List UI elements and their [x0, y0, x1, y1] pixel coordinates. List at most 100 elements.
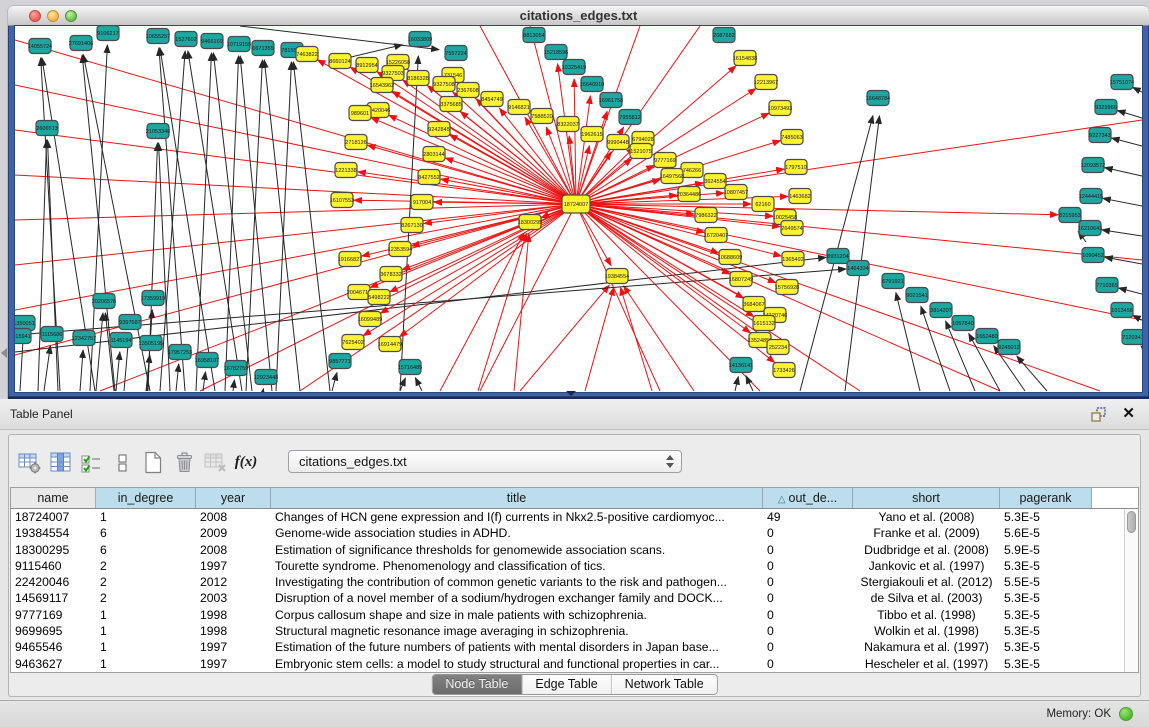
- graph-node-label: 12923448: [254, 375, 278, 381]
- graph-edge: [558, 64, 576, 204]
- graph-edge: [188, 51, 242, 391]
- table-cell: Embryonic stem cells: a model to study s…: [271, 656, 763, 672]
- table-row[interactable]: 946362711997Embryonic stem cells: a mode…: [11, 656, 1138, 672]
- table-row[interactable]: 1456911722003Disruption of a novel membe…: [11, 590, 1138, 606]
- graph-node-label: 1090452: [1082, 253, 1103, 259]
- table-cell: 9465546: [11, 639, 96, 655]
- table-cell: Wolkin et al. (1998): [853, 623, 1000, 639]
- graph-edge: [116, 352, 120, 391]
- memory-status-indicator[interactable]: [1119, 707, 1133, 721]
- table-row[interactable]: 1830029562008Estimation of significance …: [11, 542, 1138, 558]
- table-row[interactable]: 969969511998Structural magnetic resonanc…: [11, 623, 1138, 639]
- table-scrollbar-thumb[interactable]: [1127, 511, 1136, 533]
- select-all-button[interactable]: [77, 447, 105, 477]
- table-cell: 5.3E-5: [1000, 590, 1092, 606]
- graph-edge: [176, 364, 179, 391]
- delete-column-trash-button[interactable]: [170, 447, 198, 477]
- table-row[interactable]: 977716911998Corpus callosum shape and si…: [11, 607, 1138, 623]
- column-header-short[interactable]: short: [853, 488, 1000, 508]
- table-toolbar: f(x): [15, 447, 260, 477]
- graph-node-label: 1733426: [773, 368, 794, 374]
- close-panel-icon[interactable]: ✕: [1122, 405, 1135, 423]
- table-selector-dropdown[interactable]: citations_edges.txt: [288, 450, 682, 473]
- graph-node-label: 7955812: [619, 115, 640, 121]
- graph-node-label: 3678332: [380, 272, 401, 278]
- graph-node-label: 2367608: [457, 88, 478, 94]
- table-cell: 2009: [196, 525, 271, 541]
- float-panel-icon[interactable]: [1091, 407, 1107, 422]
- graph-node-label: 9146821: [508, 105, 529, 111]
- table-cell: 1: [96, 639, 196, 655]
- graph-node-label: 16807249: [729, 277, 753, 283]
- graph-node-label: 12213967: [754, 80, 778, 86]
- graph-node-label: 18724007: [564, 202, 588, 208]
- column-header-pagerank[interactable]: pagerank: [1000, 488, 1092, 508]
- table-panel-header[interactable]: Table Panel ✕: [0, 399, 1149, 430]
- graph-node-label: 19166827: [338, 257, 362, 263]
- graph-node-label: 19384554: [605, 274, 629, 280]
- graph-node-label: 2649574: [781, 226, 802, 232]
- table-cell: 5.5E-5: [1000, 574, 1092, 590]
- network-canvas[interactable]: 1872400714055724276914069106217106552571…: [15, 26, 1142, 392]
- graph-edge: [15, 130, 576, 204]
- table-cell: Tourette syndrome. Phenomenology and cla…: [271, 558, 763, 574]
- column-header-out_de[interactable]: △out_de...: [763, 488, 853, 508]
- table-cell: 9463627: [11, 656, 96, 672]
- delete-table-button-disabled[interactable]: [201, 447, 229, 477]
- table-cell: 0: [763, 525, 853, 541]
- show-column-button[interactable]: [46, 447, 74, 477]
- table-cell: Estimation of the future numbers of pati…: [271, 639, 763, 655]
- table-row[interactable]: 2242004622012Investigating the contribut…: [11, 574, 1138, 590]
- graph-node-label: 2718126: [345, 140, 366, 146]
- table-cell: Nakamura et al. (1997): [853, 639, 1000, 655]
- new-column-button[interactable]: [139, 447, 167, 477]
- table-cell: Stergiakouli et al. (2012): [853, 574, 1000, 590]
- tab-edge-table[interactable]: Edge Table: [521, 675, 610, 694]
- splitter-grip[interactable]: [566, 391, 576, 396]
- zoom-window-button[interactable]: [65, 10, 77, 22]
- table-cell: 18300295: [11, 542, 96, 558]
- table-cell: 1: [96, 623, 196, 639]
- graph-node-label: 7588520: [531, 114, 552, 120]
- graph-edge: [415, 378, 422, 391]
- column-header-year[interactable]: year: [196, 488, 271, 508]
- table-mode-button[interactable]: [15, 447, 43, 477]
- graph-edge: [225, 56, 239, 391]
- column-header-title[interactable]: title: [271, 488, 763, 508]
- unselect-all-button[interactable]: [108, 447, 136, 477]
- column-header-name[interactable]: name: [11, 488, 96, 508]
- graph-edge: [576, 204, 1100, 391]
- table-cell: Tibbo et al. (1998): [853, 607, 1000, 623]
- window-titlebar[interactable]: citations_edges.txt: [8, 6, 1149, 26]
- graph-node-label: 2087682: [713, 33, 734, 39]
- graph-node-label: 9777169: [654, 158, 675, 164]
- graph-node-label: 2606513: [36, 126, 57, 132]
- graph-node-label: 1463682: [789, 194, 810, 200]
- table-row[interactable]: 1872400712008Changes of HCN gene express…: [11, 509, 1138, 525]
- close-window-button[interactable]: [29, 10, 41, 22]
- graph-edge: [921, 306, 950, 391]
- sort-ascending-icon: △: [778, 494, 786, 505]
- table-row[interactable]: 1938455462009Genome-wide association stu…: [11, 525, 1138, 541]
- table-panel: Table Panel ✕: [0, 399, 1149, 700]
- table-cell: 1: [96, 607, 196, 623]
- table-scrollbar[interactable]: [1124, 509, 1138, 673]
- tab-node-table[interactable]: Node Table: [432, 675, 521, 694]
- function-builder-button[interactable]: f(x): [232, 447, 260, 477]
- table-cell: 1997: [196, 558, 271, 574]
- graph-edge: [96, 313, 103, 391]
- tab-network-table[interactable]: Network Table: [611, 675, 717, 694]
- collapsed-panel-arrow[interactable]: [1, 348, 7, 358]
- graph-node-label: 8322037: [557, 122, 578, 128]
- column-header-in_degree[interactable]: in_degree: [96, 488, 196, 508]
- graph-edge: [624, 286, 694, 391]
- table-row[interactable]: 911546021997Tourette syndrome. Phenomeno…: [11, 558, 1138, 574]
- screen: { "window": { "title": "citations_edges.…: [0, 0, 1149, 727]
- table-type-tabs: Node TableEdge TableNetwork Table: [431, 674, 717, 695]
- table-row[interactable]: 946554611997Estimation of the future num…: [11, 639, 1138, 655]
- minimize-window-button[interactable]: [47, 10, 59, 22]
- table-cell: 5.6E-5: [1000, 525, 1092, 541]
- table-cell: 18724007: [11, 509, 96, 525]
- table-cell: 1998: [196, 607, 271, 623]
- table-cell: 1997: [196, 656, 271, 672]
